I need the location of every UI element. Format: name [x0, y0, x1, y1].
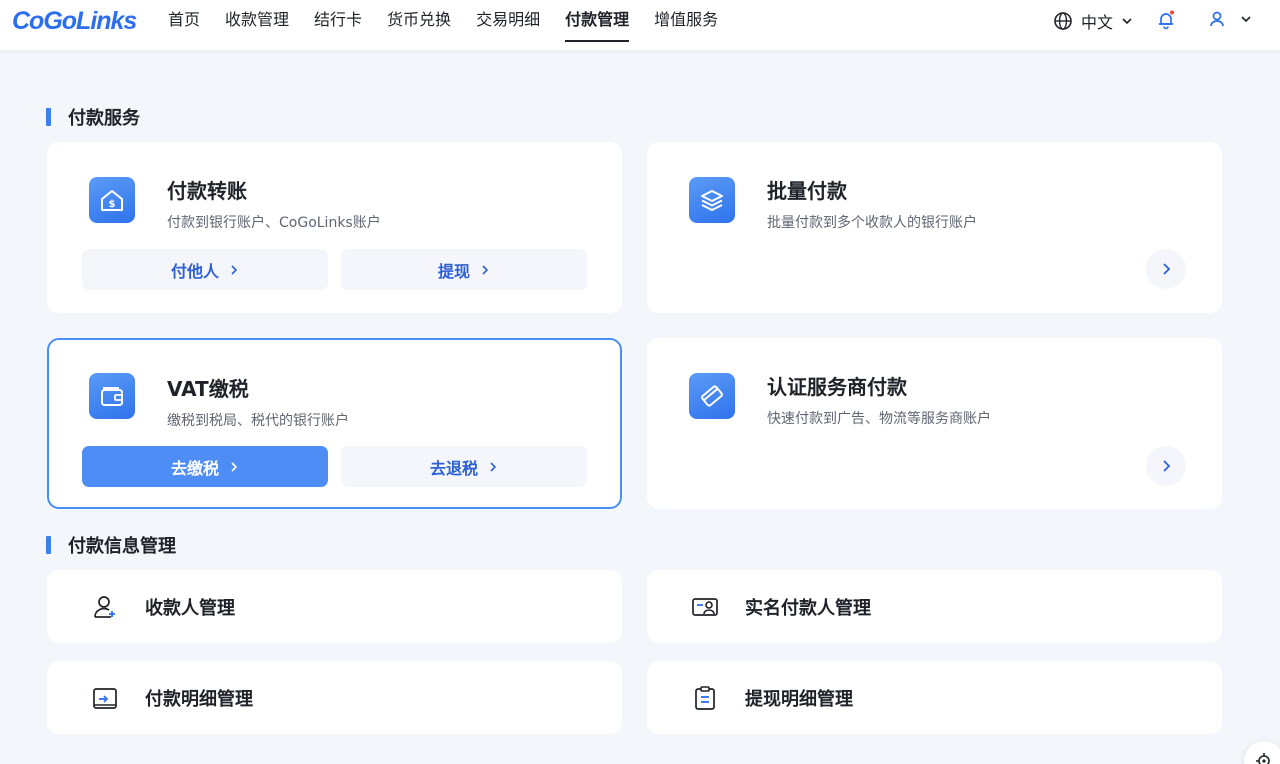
chevron-right-icon [1163, 460, 1171, 472]
chevron-right-icon [231, 461, 238, 472]
nav-transactions[interactable]: 交易明细 [476, 0, 540, 50]
card-vat-tax: VAT缴税 缴税到税局、税代的银行账户 去缴税 去退税 [47, 338, 622, 509]
card-certified-provider[interactable]: 认证服务商付款 快速付款到广告、物流等服务商账户 [647, 338, 1222, 509]
user-icon [1210, 11, 1224, 27]
user-menu[interactable] [1208, 10, 1252, 28]
card-title: 认证服务商付款 [767, 375, 907, 399]
button-label: 去退税 [429, 458, 478, 478]
language-selector[interactable]: 中文 [1053, 9, 1133, 33]
nav-home[interactable]: 首页 [168, 0, 200, 50]
item-label: 提现明细管理 [745, 688, 853, 710]
card-desc: 快速付款到广告、物流等服务商账户 [767, 411, 991, 427]
section-title-payment-info: 付款信息管理 [46, 532, 176, 558]
section-marker [46, 536, 51, 554]
top-navbar: CoGoLinks 首页 收款管理 结行卡 货币兑换 交易明细 付款管理 增值服… [0, 0, 1280, 50]
card-tilt-icon [689, 373, 735, 419]
certified-provider-arrow-button[interactable] [1146, 446, 1186, 486]
item-label: 付款明细管理 [145, 688, 253, 710]
card-batch-payment[interactable]: 批量付款 批量付款到多个收款人的银行账户 [647, 142, 1222, 313]
card-title: 批量付款 [767, 179, 847, 203]
button-label: 去缴税 [170, 458, 219, 478]
card-title: 付款转账 [167, 179, 247, 203]
payer-verification-item[interactable]: 实名付款人管理 [647, 570, 1222, 643]
card-desc: 付款到银行账户、CoGoLinks账户 [167, 215, 381, 231]
card-desc: 批量付款到多个收款人的银行账户 [767, 215, 977, 231]
house-dollar-icon: $ [89, 177, 135, 223]
wallet-icon [89, 373, 135, 419]
chevron-down-icon [1122, 18, 1132, 25]
tax-refund-button[interactable]: 去退税 [341, 446, 587, 487]
clipboard-icon [695, 685, 715, 710]
main-nav: 首页 收款管理 结行卡 货币兑换 交易明细 付款管理 增值服务 [168, 0, 743, 50]
crosshair-icon [1256, 753, 1270, 764]
withdraw-button[interactable]: 提现 [341, 249, 587, 290]
card-desc: 缴税到税局、税代的银行账户 [167, 413, 349, 429]
chevron-right-icon [231, 264, 238, 275]
pay-others-button[interactable]: 付他人 [82, 249, 328, 290]
nav-value-added[interactable]: 增值服务 [654, 0, 718, 50]
nav-payment[interactable]: 付款管理 [565, 0, 630, 50]
section-marker [46, 108, 51, 126]
withdraw-detail-item[interactable]: 提现明细管理 [647, 661, 1222, 734]
card-transfer: $ 付款转账 付款到银行账户、CoGoLinks账户 付他人 提现 [47, 142, 622, 313]
receipt-icon [93, 687, 117, 709]
section-title-text: 付款服务 [68, 108, 140, 129]
bell-icon[interactable] [1156, 10, 1176, 30]
nav-collection[interactable]: 收款管理 [225, 0, 289, 50]
nav-card[interactable]: 结行卡 [314, 0, 362, 50]
chevron-right-icon [490, 461, 497, 472]
svg-text:$: $ [109, 199, 116, 210]
payee-management-item[interactable]: 收款人管理 [47, 570, 622, 643]
layers-icon [689, 177, 735, 223]
logo[interactable]: CoGoLinks [12, 7, 137, 35]
user-add-icon [94, 595, 115, 618]
nav-exchange[interactable]: 货币兑换 [387, 0, 451, 50]
chevron-right-icon [482, 264, 489, 275]
item-label: 收款人管理 [145, 597, 235, 619]
section-title-text: 付款信息管理 [68, 536, 176, 557]
card-title: VAT缴税 [167, 377, 249, 401]
section-title-payment-services: 付款服务 [46, 104, 140, 130]
pay-tax-button[interactable]: 去缴税 [82, 446, 328, 487]
button-label: 提现 [437, 261, 470, 281]
batch-payment-arrow-button[interactable] [1146, 249, 1186, 289]
button-label: 付他人 [170, 261, 219, 281]
chevron-down-icon [1241, 16, 1251, 23]
floating-locate-button[interactable] [1244, 741, 1280, 764]
payment-detail-item[interactable]: 付款明细管理 [47, 661, 622, 734]
globe-icon [1054, 12, 1072, 30]
chevron-right-icon [1163, 263, 1171, 275]
id-card-icon [692, 597, 718, 616]
language-label: 中文 [1081, 13, 1114, 32]
item-label: 实名付款人管理 [745, 597, 871, 619]
